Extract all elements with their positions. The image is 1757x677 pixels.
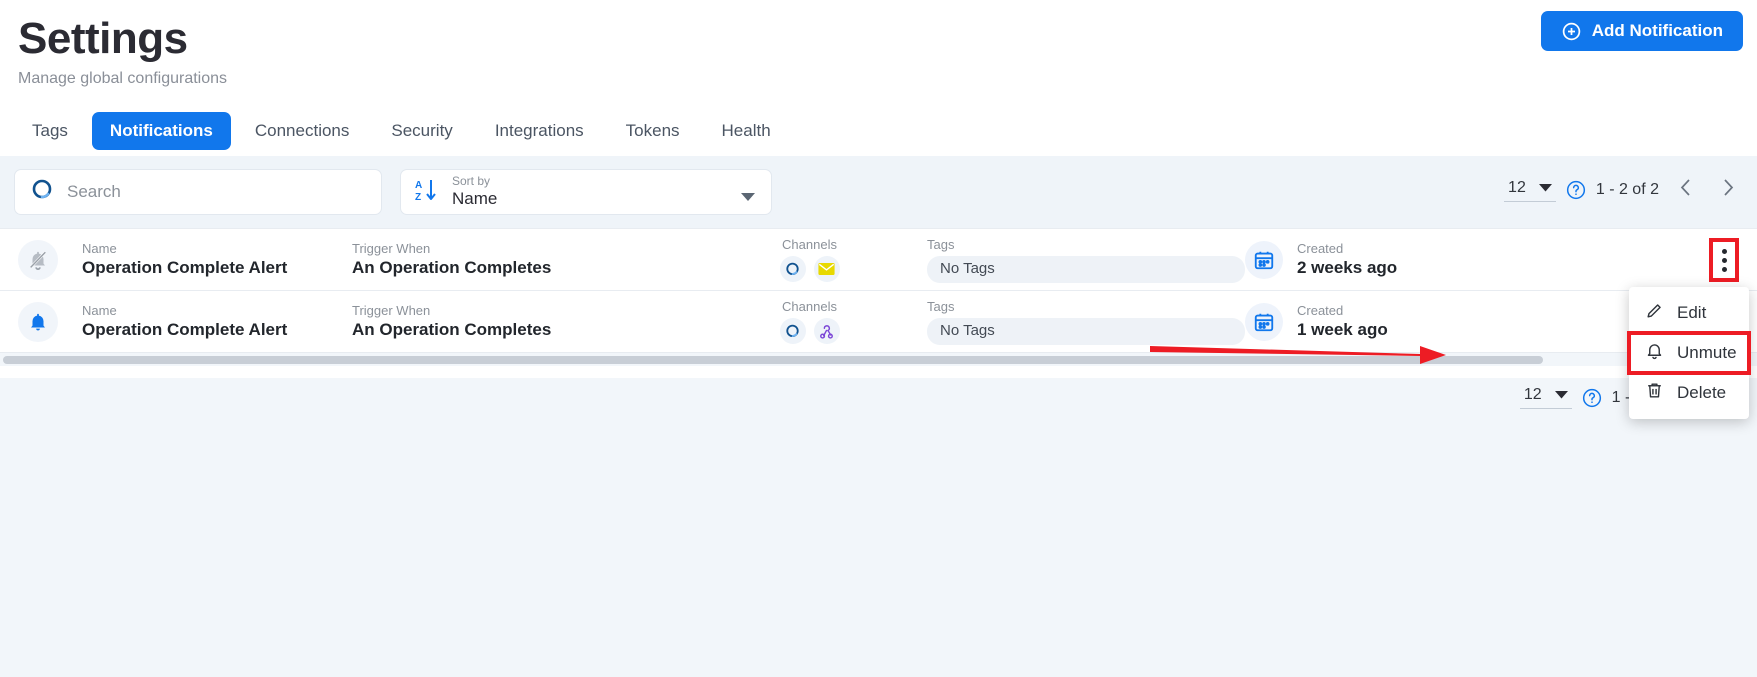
sort-select[interactable]: A Z Sort by Name (400, 169, 772, 215)
page-background (0, 378, 1757, 677)
page-size-value: 12 (1523, 386, 1542, 403)
row-channels-label: Channels (782, 236, 837, 252)
tab-health[interactable]: Health (704, 112, 789, 150)
context-menu-label: Delete (1677, 383, 1727, 402)
row-trigger-label: Trigger When (352, 302, 431, 318)
paginator-top: 12 1 - 2 of 2 (1504, 178, 1745, 202)
context-menu-item-edit[interactable]: Edit (1629, 293, 1749, 333)
kebab-menu-icon (1721, 266, 1727, 272)
tab-notifications[interactable]: Notifications (91, 112, 231, 150)
row-menu-button[interactable] (1709, 238, 1739, 282)
kebab-menu-icon (1721, 257, 1727, 263)
chevron-down-icon (1538, 179, 1552, 197)
search-icon (29, 177, 55, 208)
email-icon[interactable] (813, 256, 840, 283)
bell-muted-icon (18, 239, 58, 280)
calendar-icon (1245, 240, 1283, 279)
notifications-table: Name Operation Complete Alert Trigger Wh… (0, 228, 1757, 366)
row-context-menu: Edit Unmute Delete (1627, 287, 1751, 419)
tab-integrations[interactable]: Integrations (477, 112, 602, 150)
tab-connections[interactable]: Connections (237, 112, 368, 150)
search-channel-icon[interactable] (779, 318, 806, 345)
sort-alpha-descending-icon: A Z (415, 177, 439, 208)
page-subtitle: Manage global configurations (18, 70, 228, 87)
context-menu-item-delete[interactable]: Delete (1629, 373, 1749, 413)
bell-icon (1645, 341, 1664, 365)
page-size-select[interactable]: 12 (1504, 179, 1556, 202)
page-range-label: 1 - 2 of 2 (1595, 181, 1659, 198)
sort-caption: Sort by (452, 174, 491, 189)
table-row[interactable]: Name Operation Complete Alert Trigger Wh… (0, 291, 1757, 353)
row-created-label: Created (1297, 240, 1344, 256)
search-placeholder: Search (67, 182, 121, 201)
settings-page: Settings Manage global configurations Ad… (0, 0, 1757, 677)
settings-tabs: Tags Notifications Connections Security … (0, 106, 1757, 156)
row-created-cell: Created 1 week ago (1245, 302, 1388, 341)
scrollbar-thumb[interactable] (3, 356, 1543, 364)
webhook-icon[interactable] (813, 318, 840, 345)
tab-tokens[interactable]: Tokens (608, 112, 698, 150)
row-tags-label: Tags (927, 236, 955, 252)
row-created-value: 1 week ago (1297, 320, 1388, 339)
row-trigger-label: Trigger When (352, 240, 431, 256)
row-name-value: Operation Complete Alert (82, 320, 288, 339)
row-tags-cell: Tags No Tags (927, 237, 1245, 283)
row-tags-value: No Tags (927, 255, 1245, 283)
row-name-cell: Name Operation Complete Alert (82, 241, 352, 279)
kebab-menu-icon (1721, 248, 1727, 254)
row-trigger-cell: Trigger When An Operation Completes (352, 241, 692, 279)
row-trigger-cell: Trigger When An Operation Completes (352, 303, 692, 341)
chevron-left-icon[interactable] (1669, 178, 1702, 202)
page-size-value: 12 (1508, 178, 1526, 196)
row-trigger-value: An Operation Completes (352, 320, 552, 339)
chevron-right-icon[interactable] (1712, 178, 1745, 202)
tab-security[interactable]: Security (373, 112, 470, 150)
context-menu-label: Unmute (1677, 343, 1737, 362)
page-title: Settings (18, 14, 188, 63)
row-name-value: Operation Complete Alert (82, 258, 288, 277)
page-header: Settings Manage global configurations Ad… (0, 0, 1757, 88)
row-tags-label: Tags (927, 298, 955, 314)
row-trigger-value: An Operation Completes (352, 258, 552, 277)
page-size-select[interactable]: 12 (1519, 386, 1572, 409)
help-circle-icon[interactable] (1582, 388, 1602, 408)
search-input[interactable]: Search (14, 169, 382, 215)
search-channel-icon[interactable] (779, 256, 806, 283)
add-notification-label: Add Notification (1591, 21, 1723, 40)
row-created-label: Created (1297, 302, 1344, 318)
add-notification-button[interactable]: Add Notification (1540, 11, 1743, 51)
context-menu-label: Edit (1677, 303, 1707, 322)
context-menu-item-unmute[interactable]: Unmute (1627, 331, 1751, 375)
row-tags-cell: Tags No Tags (927, 299, 1245, 345)
row-channels-cell: Channels (692, 298, 927, 345)
tab-tags[interactable]: Tags (14, 112, 86, 150)
row-tags-value: No Tags (927, 317, 1245, 345)
help-circle-icon[interactable] (1566, 180, 1586, 200)
trash-icon (1645, 381, 1664, 405)
row-channels-cell: Channels (692, 236, 927, 283)
svg-text:A: A (415, 180, 422, 191)
row-created-value: 2 weeks ago (1297, 258, 1398, 277)
chevron-down-icon (1554, 386, 1568, 404)
sort-value: Name (452, 189, 498, 209)
plus-circle-icon (1561, 21, 1582, 42)
chevron-down-icon[interactable] (741, 189, 755, 207)
horizontal-scrollbar[interactable] (0, 353, 1757, 366)
row-name-cell: Name Operation Complete Alert (82, 303, 352, 341)
calendar-icon (1245, 302, 1283, 341)
list-toolbar: Search A Z Sort by Name 12 1 - 2 of 2 (0, 156, 1757, 228)
row-name-label: Name (82, 240, 117, 256)
svg-text:Z: Z (415, 192, 421, 203)
row-channels-label: Channels (782, 298, 837, 314)
table-row[interactable]: Name Operation Complete Alert Trigger Wh… (0, 229, 1757, 291)
row-created-cell: Created 2 weeks ago (1245, 240, 1398, 279)
row-name-label: Name (82, 302, 117, 318)
pencil-icon (1645, 301, 1664, 325)
bell-icon (18, 301, 58, 342)
